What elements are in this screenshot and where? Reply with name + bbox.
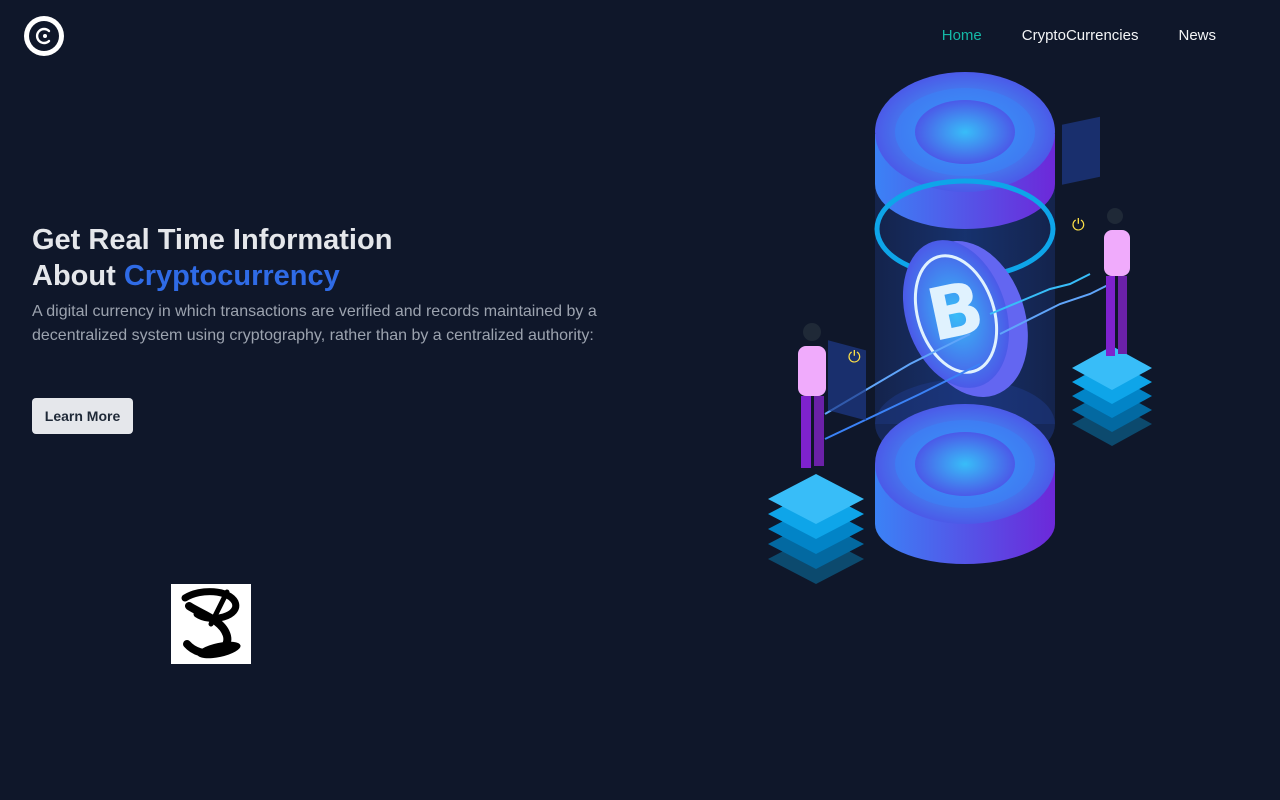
- top-nav: Home CryptoCurrencies News: [942, 27, 1216, 44]
- left-person: ⏻: [798, 323, 866, 468]
- left-platform-stack: [768, 474, 864, 584]
- logo-inner: [29, 21, 59, 51]
- swirl-logo-icon: [181, 588, 241, 659]
- nav-cryptocurrencies[interactable]: CryptoCurrencies: [1022, 27, 1139, 44]
- app-logo-icon[interactable]: [24, 16, 64, 56]
- hero-section: Get Real Time Information About Cryptocu…: [32, 222, 612, 348]
- svg-text:⏻: ⏻: [848, 347, 861, 366]
- hero-description: A digital currency in which transactions…: [32, 303, 597, 344]
- learn-more-button[interactable]: Learn More: [32, 398, 133, 434]
- nav-home[interactable]: Home: [942, 27, 982, 44]
- hero-title: Get Real Time Information About Cryptocu…: [32, 222, 612, 294]
- nav-news[interactable]: News: [1178, 27, 1216, 44]
- partner-logo: [171, 584, 251, 664]
- bitcoin-illustration: B ⏻ ⏻: [760, 64, 1170, 584]
- right-person: ⏻: [1062, 116, 1130, 356]
- right-platform-stack: [1072, 346, 1152, 446]
- c-letter-icon: [35, 27, 51, 45]
- hero-title-accent: Cryptocurrency: [123, 260, 340, 292]
- hero-title-line1: Get Real Time Information: [32, 224, 393, 256]
- hero-title-prefix: About: [32, 260, 124, 292]
- svg-text:⏻: ⏻: [1072, 215, 1085, 234]
- bitcoin-tower-graphic: B ⏻ ⏻: [768, 72, 1152, 584]
